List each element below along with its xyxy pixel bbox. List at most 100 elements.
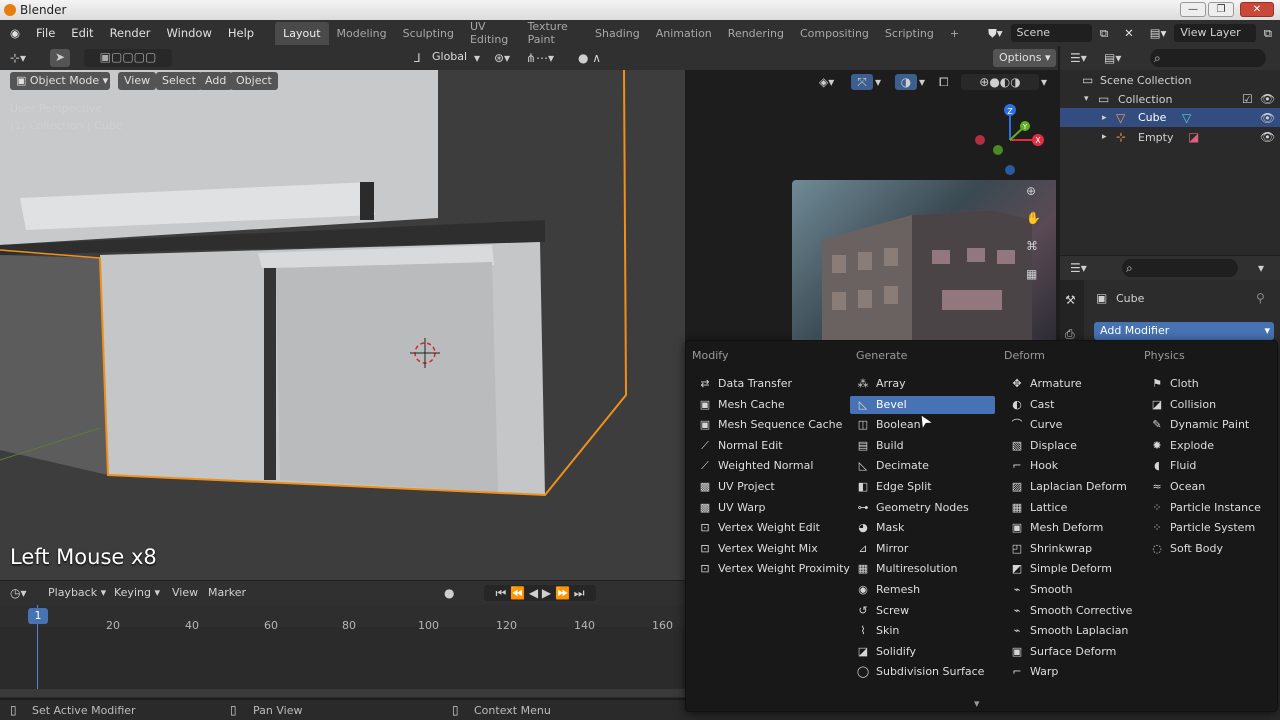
- chevron-down-icon[interactable]: ▾: [875, 74, 881, 90]
- modifier-cloth[interactable]: ⚑ Cloth: [1144, 375, 1280, 393]
- new-scene-icon[interactable]: ⧉: [1092, 26, 1116, 41]
- chevron-down-icon[interactable]: ▾: [474, 50, 480, 66]
- modifier-decimate[interactable]: ◺ Decimate: [850, 457, 995, 475]
- perspective-grid-icon[interactable]: ▦: [1026, 266, 1037, 282]
- tab-rendering[interactable]: Rendering: [720, 22, 792, 45]
- modifier-curve[interactable]: ⌒ Curve: [1004, 416, 1144, 434]
- modifier-uv-project[interactable]: ▩ UV Project: [692, 478, 832, 496]
- modifier-vertex-weight-edit[interactable]: ⊡ Vertex Weight Edit: [692, 519, 832, 537]
- expand-arrow-icon[interactable]: ▾: [1084, 91, 1089, 107]
- modifier-mesh-deform[interactable]: ▣ Mesh Deform: [1004, 519, 1144, 537]
- select-tool-icon[interactable]: ➤: [50, 49, 70, 67]
- outliner-row-empty[interactable]: ▸ ⊹ Empty ◪ 👁: [1060, 128, 1280, 146]
- chevron-down-icon[interactable]: ▾: [919, 74, 925, 90]
- add-modifier-button[interactable]: Add Modifier ▾: [1094, 322, 1274, 340]
- current-frame[interactable]: 1: [28, 608, 48, 624]
- modifier-mask[interactable]: ◕ Mask: [850, 519, 995, 537]
- xray-icon[interactable]: ⧠: [939, 74, 949, 90]
- menu-view[interactable]: View: [172, 586, 198, 599]
- pivot-icon[interactable]: ⊛▾: [494, 50, 510, 66]
- pin-icon[interactable]: ⚲: [1256, 290, 1265, 306]
- 3d-viewport[interactable]: User Perspective (1) Collection | Cube L…: [0, 70, 685, 580]
- expand-arrow-icon[interactable]: ▸: [1102, 129, 1107, 145]
- mode-dropdown[interactable]: ▣ Object Mode ▾: [10, 72, 110, 90]
- modifier-shrinkwrap[interactable]: ◰ Shrinkwrap: [1004, 540, 1144, 558]
- modifier-normal-edit[interactable]: ⟋ Normal Edit: [692, 437, 832, 455]
- modifier-laplacian-deform[interactable]: ▨ Laplacian Deform: [1004, 478, 1144, 496]
- menu-view[interactable]: View: [118, 72, 157, 90]
- tab-sculpting[interactable]: Sculpting: [395, 22, 462, 45]
- modifier-fluid[interactable]: ◖ Fluid: [1144, 457, 1280, 475]
- editor-type-icon[interactable]: ☰▾: [1070, 50, 1087, 66]
- modifier-vertex-weight-proximity[interactable]: ⊡ Vertex Weight Proximity: [692, 560, 850, 578]
- modifier-remesh[interactable]: ◉ Remesh: [850, 581, 995, 599]
- modifier-vertex-weight-mix[interactable]: ⊡ Vertex Weight Mix: [692, 540, 832, 558]
- outliner-search-input[interactable]: [1150, 49, 1266, 67]
- gizmo-toggle-icon[interactable]: ⤧: [851, 74, 873, 90]
- transform-orientation[interactable]: Global: [432, 50, 467, 63]
- tab-scripting[interactable]: Scripting: [877, 22, 942, 45]
- tab-shading[interactable]: Shading: [587, 22, 648, 45]
- menu-help[interactable]: Help: [220, 26, 262, 40]
- display-mode-icon[interactable]: ▤▾: [1104, 50, 1121, 66]
- new-view-layer-icon[interactable]: ⧉: [1256, 26, 1280, 41]
- eye-icon[interactable]: 👁: [1260, 110, 1275, 126]
- modifier-armature[interactable]: ✥ Armature: [1004, 375, 1144, 393]
- selection-mode-icons[interactable]: ▣▢▢▢▢: [84, 49, 172, 67]
- eye-icon[interactable]: 👁: [1260, 91, 1275, 107]
- modifier-surface-deform[interactable]: ▣ Surface Deform: [1004, 643, 1144, 661]
- tab-modeling[interactable]: Modeling: [329, 22, 395, 45]
- menu-select[interactable]: Select: [156, 72, 202, 90]
- outliner-row-scene-collection[interactable]: ▭ Scene Collection: [1060, 71, 1280, 89]
- zoom-icon[interactable]: ⊕: [1026, 183, 1036, 199]
- scene-field[interactable]: Scene: [1010, 24, 1092, 42]
- tab-layout[interactable]: Layout: [275, 21, 329, 45]
- menu-add[interactable]: Add: [199, 72, 233, 90]
- menu-playback[interactable]: Playback ▾: [48, 586, 106, 599]
- scene-icon[interactable]: ⛊▾: [980, 26, 1010, 41]
- chevron-down-icon[interactable]: ▾: [1258, 260, 1264, 276]
- modifier-edge-split[interactable]: ◧ Edge Split: [850, 478, 995, 496]
- modifier-explode[interactable]: ✸ Explode: [1144, 437, 1280, 455]
- modifier-subdivision-surface[interactable]: ◯ Subdivision Surface: [850, 663, 995, 681]
- navigation-gizmo[interactable]: Z X Y: [970, 100, 1055, 180]
- checkbox-icon[interactable]: ☑: [1242, 91, 1253, 107]
- overlay-toggle-icon[interactable]: ◑: [895, 74, 917, 90]
- expand-arrow-icon[interactable]: ▸: [1102, 110, 1107, 126]
- modifier-particle-instance[interactable]: ⁘ Particle Instance: [1144, 499, 1280, 517]
- modifier-uv-warp[interactable]: ▩ UV Warp: [692, 499, 832, 517]
- menu-window[interactable]: Window: [159, 26, 220, 40]
- modifier-data-transfer[interactable]: ⇄ Data Transfer: [692, 375, 832, 393]
- modifier-hook[interactable]: ⌐ Hook: [1004, 457, 1144, 475]
- menu-marker[interactable]: Marker: [208, 586, 246, 599]
- eye-icon[interactable]: 👁: [1260, 129, 1275, 145]
- modifier-simple-deform[interactable]: ◩ Simple Deform: [1004, 560, 1144, 578]
- modifier-array[interactable]: ⁂ Array: [850, 375, 995, 393]
- modifier-multiresolution[interactable]: ▦ Multiresolution: [850, 560, 995, 578]
- menu-render[interactable]: Render: [102, 26, 159, 40]
- timeline-scrollbar[interactable]: [0, 689, 685, 697]
- menu-file[interactable]: File: [28, 26, 63, 40]
- modifier-smooth-corrective[interactable]: ⌁ Smooth Corrective: [1004, 602, 1144, 620]
- options-dropdown[interactable]: Options ▾: [993, 49, 1057, 67]
- modifier-weighted-normal[interactable]: ⟋ Weighted Normal: [692, 457, 832, 475]
- scroll-down-icon[interactable]: ▾: [974, 697, 980, 710]
- minimize-button[interactable]: —: [1180, 2, 1206, 17]
- modifier-build[interactable]: ▤ Build: [850, 437, 995, 455]
- modifier-ocean[interactable]: ≈ Ocean: [1144, 478, 1280, 496]
- snap-icon[interactable]: ⋔⋯▾: [526, 50, 554, 66]
- orientation-icon[interactable]: ⅃: [414, 50, 421, 66]
- menu-keying[interactable]: Keying ▾: [114, 586, 160, 599]
- maximize-button[interactable]: ❐: [1208, 2, 1234, 17]
- add-workspace-icon[interactable]: +: [942, 22, 967, 45]
- modifier-dynamic-paint[interactable]: ✎ Dynamic Paint: [1144, 416, 1280, 434]
- camera-icon[interactable]: ⌘: [1026, 238, 1038, 254]
- modifier-soft-body[interactable]: ◌ Soft Body: [1144, 540, 1280, 558]
- modifier-particle-system[interactable]: ⁘ Particle System: [1144, 519, 1280, 537]
- remove-scene-icon[interactable]: ✕: [1116, 26, 1142, 40]
- modifier-geometry-nodes[interactable]: ⊶ Geometry Nodes: [850, 499, 995, 517]
- modifier-cast[interactable]: ◐ Cast: [1004, 396, 1144, 414]
- modifier-screw[interactable]: ↺ Screw: [850, 602, 995, 620]
- editor-type-icon[interactable]: ⊹▾: [10, 50, 26, 66]
- shading-mode-icons[interactable]: ⊕●◐◑: [961, 74, 1039, 90]
